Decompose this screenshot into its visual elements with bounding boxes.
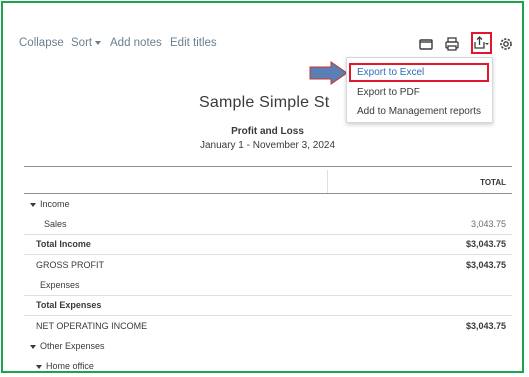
row-total-income: Total Income	[36, 239, 91, 249]
pointer-arrow-icon	[309, 61, 348, 85]
row-divider	[24, 254, 512, 255]
row-other-expenses[interactable]: Other Expenses	[30, 341, 105, 351]
row-gross-profit: GROSS PROFIT	[36, 260, 105, 270]
row-expenses: Expenses	[40, 280, 80, 290]
row-divider	[24, 295, 512, 296]
menu-item-export-pdf[interactable]: Export to PDF	[357, 87, 420, 98]
sort-button[interactable]: Sort	[71, 37, 102, 49]
chevron-down-icon	[95, 40, 102, 45]
row-sales: Sales	[44, 219, 67, 229]
row-label: Home office	[46, 361, 94, 371]
gear-icon[interactable]	[497, 35, 515, 53]
row-total-expenses: Total Expenses	[36, 300, 102, 310]
header-rule	[24, 193, 512, 194]
sort-label: Sort	[71, 37, 93, 49]
company-name: Sample Simple St	[199, 94, 330, 111]
caret-down-icon	[30, 202, 36, 207]
value-total-income[interactable]: $3,043.75	[466, 239, 506, 249]
export-button[interactable]	[471, 32, 492, 54]
export-icon	[474, 36, 489, 49]
row-home-office[interactable]: Home office	[36, 361, 94, 371]
row-label: Other Expenses	[40, 341, 105, 351]
edit-titles-button[interactable]: Edit titles	[170, 37, 217, 49]
caret-down-icon	[36, 364, 42, 369]
table-top-rule	[24, 166, 512, 167]
row-divider	[24, 234, 512, 235]
collapse-button[interactable]: Collapse	[19, 37, 64, 49]
value-sales[interactable]: 3,043.75	[471, 219, 506, 229]
menu-item-export-excel[interactable]: Export to Excel	[357, 67, 424, 78]
export-menu: Export to Excel Export to PDF Add to Man…	[346, 57, 493, 123]
value-net-operating-income: $3,043.75	[465, 321, 506, 331]
email-icon[interactable]	[417, 35, 435, 53]
menu-item-management-reports[interactable]: Add to Management reports	[357, 106, 481, 117]
column-header-total: TOTAL	[480, 178, 506, 187]
row-income[interactable]: Income	[30, 199, 70, 209]
column-divider	[327, 170, 328, 194]
add-notes-button[interactable]: Add notes	[110, 37, 162, 49]
caret-down-icon	[30, 344, 36, 349]
report-period: January 1 - November 3, 2024	[199, 140, 336, 151]
value-gross-profit: $3,043.75	[465, 260, 506, 270]
row-label: Income	[40, 199, 70, 209]
print-icon[interactable]	[443, 35, 461, 53]
report-frame: Collapse Sort Add notes Edit titles Expo…	[1, 1, 524, 373]
row-net-operating-income: NET OPERATING INCOME	[36, 321, 148, 331]
report-title: Profit and Loss	[231, 126, 304, 137]
row-divider	[24, 315, 512, 316]
